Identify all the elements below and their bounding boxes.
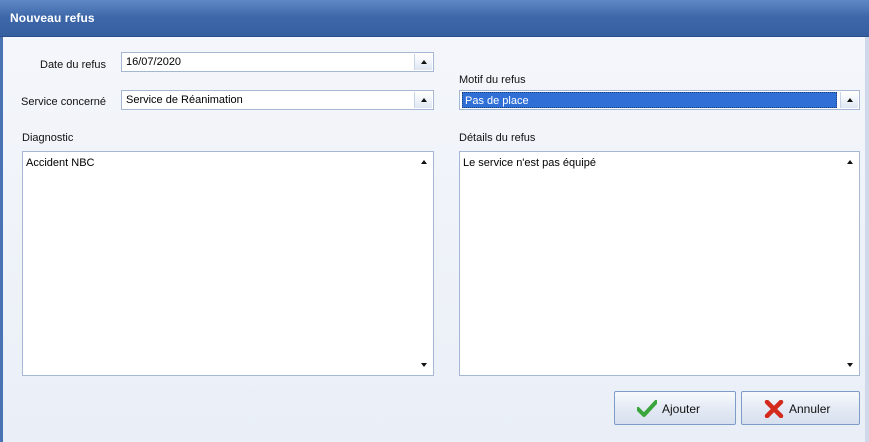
date-picker[interactable]: 16/07/2020: [121, 52, 434, 72]
scroll-down-icon[interactable]: [847, 363, 853, 367]
window-frame-left: [0, 37, 3, 442]
red-x-icon: [764, 400, 784, 418]
service-dropdown-button[interactable]: [414, 92, 432, 108]
motif-value: Pas de place: [462, 92, 837, 108]
window-title: Nouveau refus: [10, 11, 95, 25]
date-value: 16/07/2020: [126, 56, 182, 68]
date-dropdown-button[interactable]: [414, 54, 432, 70]
cancel-button-label: Annuler: [789, 402, 831, 416]
details-label: Détails du refus: [459, 132, 536, 144]
motif-label: Motif du refus: [459, 74, 526, 86]
service-value: Service de Réanimation: [126, 94, 243, 106]
service-combobox[interactable]: Service de Réanimation: [121, 90, 434, 110]
scroll-up-icon[interactable]: [421, 160, 427, 164]
motif-dropdown-button[interactable]: [840, 92, 858, 108]
add-button[interactable]: Ajouter: [614, 391, 736, 425]
cancel-button[interactable]: Annuler: [741, 391, 860, 425]
add-button-label: Ajouter: [662, 402, 701, 416]
diagnostic-label: Diagnostic: [22, 132, 74, 144]
window-frame-right: [865, 37, 869, 442]
dialog-window: Nouveau refus Date du refus 16/07/2020 S…: [0, 0, 869, 442]
service-label: Service concerné: [21, 96, 106, 108]
scroll-up-icon[interactable]: [847, 160, 853, 164]
dialog-body: Date du refus 16/07/2020 Service concern…: [0, 37, 869, 442]
triangle-up-icon: [421, 60, 427, 64]
motif-combobox[interactable]: Pas de place: [459, 90, 860, 110]
details-textarea[interactable]: Le service n'est pas équipé: [459, 151, 860, 376]
title-bar[interactable]: Nouveau refus: [0, 0, 869, 37]
diagnostic-text: Accident NBC: [26, 157, 95, 169]
triangle-up-icon: [421, 98, 427, 102]
checkmark-icon: [637, 400, 657, 417]
diagnostic-textarea[interactable]: Accident NBC: [22, 151, 434, 376]
triangle-up-icon: [847, 98, 853, 102]
date-label: Date du refus: [40, 59, 107, 71]
scroll-down-icon[interactable]: [421, 363, 427, 367]
details-text: Le service n'est pas équipé: [463, 157, 596, 169]
